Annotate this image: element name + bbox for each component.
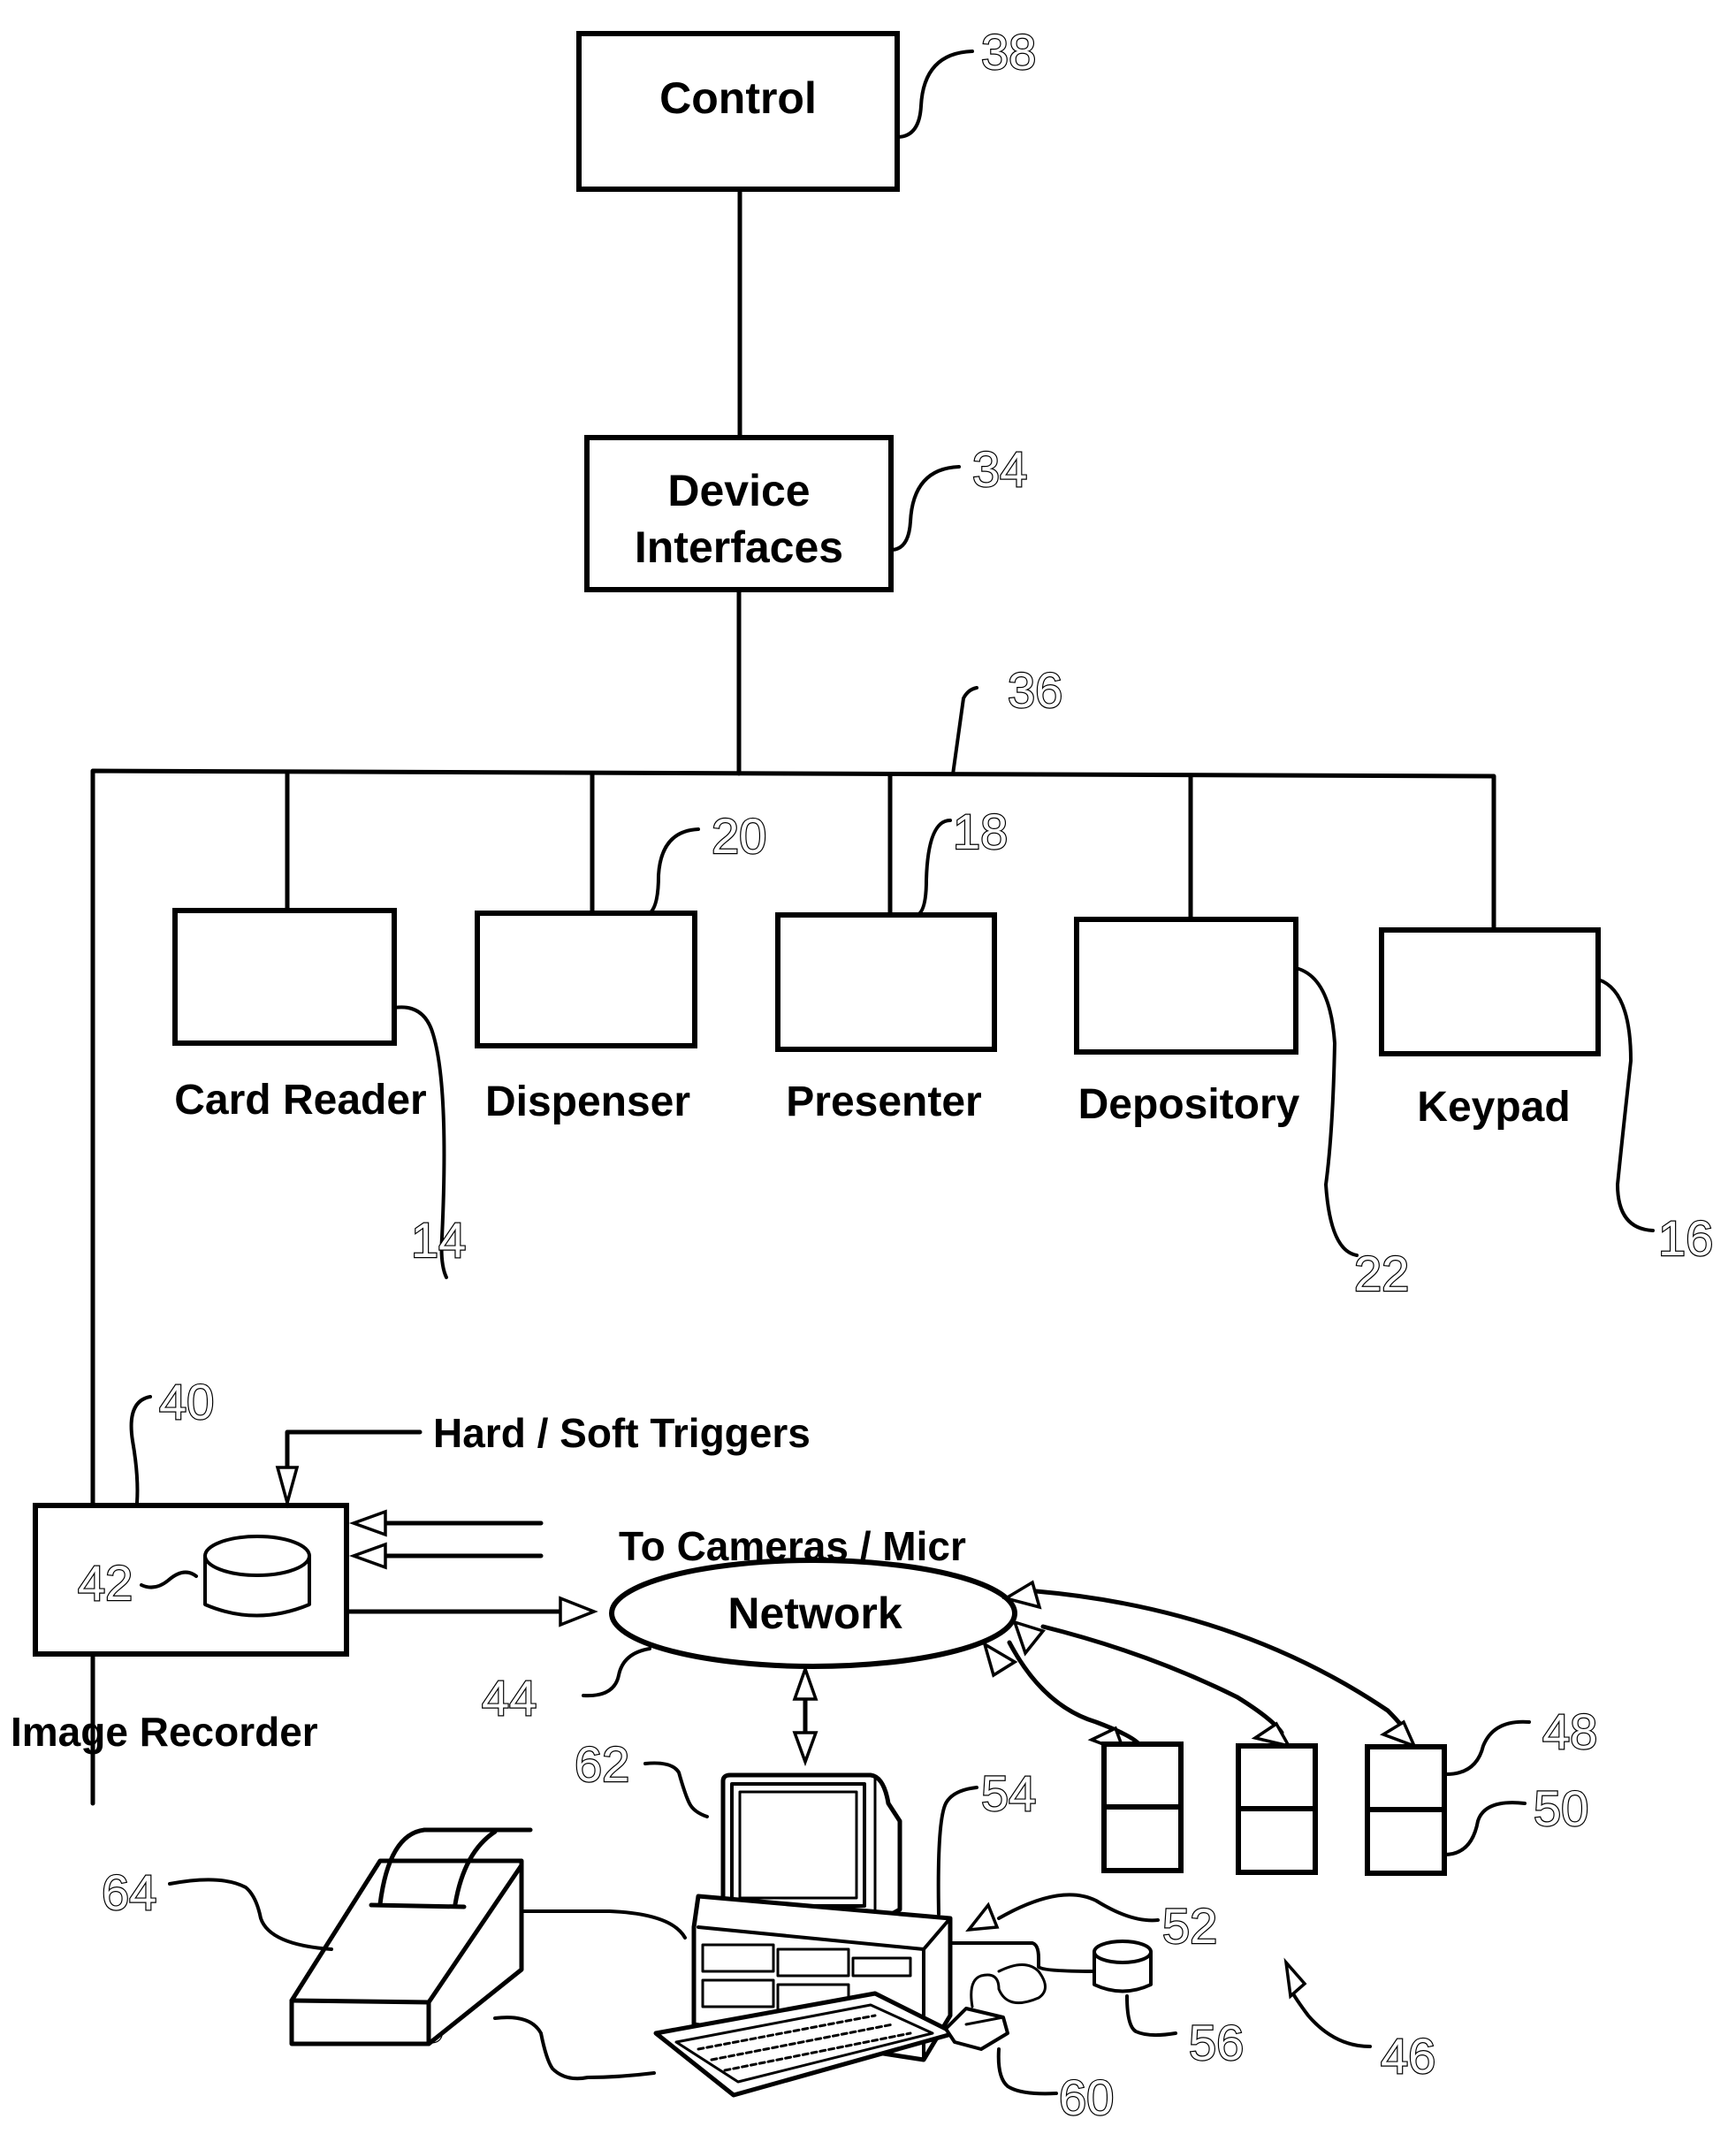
control-label: Control bbox=[659, 73, 817, 123]
external-storage-ref-leader bbox=[1125, 1994, 1177, 2038]
terminal-group-ref-leader bbox=[1289, 1987, 1372, 2048]
printer-front-top-edge bbox=[289, 1998, 431, 2005]
network-workstation-arrow-up-icon bbox=[792, 1664, 819, 1701]
device-presenter: Presenter 18 bbox=[775, 803, 1009, 1125]
card-reader-box bbox=[172, 908, 397, 1046]
triggers-arrowhead-icon bbox=[275, 1466, 300, 1509]
external-storage-ref: 56 bbox=[1189, 2015, 1244, 2070]
device-interfaces-label-line1: Device bbox=[667, 466, 810, 515]
network-ref: 44 bbox=[482, 1670, 537, 1726]
presenter-box bbox=[775, 912, 997, 1052]
image-recorder-ref: 40 bbox=[159, 1374, 214, 1429]
device-interfaces-ref: 34 bbox=[972, 441, 1027, 497]
camera-input-arrowhead-1-icon bbox=[348, 1509, 387, 1537]
mouse-body bbox=[944, 2007, 1009, 2051]
keypad-label: Keypad bbox=[1417, 1084, 1570, 1131]
terminal-upper-ref-leader bbox=[1443, 1719, 1531, 1777]
device-depository: Depository 22 bbox=[1074, 917, 1410, 1302]
network-ref-leader bbox=[582, 1647, 651, 1698]
card-reader-ref: 14 bbox=[411, 1212, 466, 1268]
dispenser-ref: 20 bbox=[712, 808, 766, 864]
atm-system-diagram: Control 38 Device Interfaces 34 36 Card … bbox=[11, 23, 1714, 2126]
terminal-2 bbox=[1236, 1743, 1318, 1875]
external-storage-top bbox=[1093, 1940, 1153, 1964]
terminal-lower-ref-leader bbox=[1443, 1801, 1527, 1856]
printer-paper-slot bbox=[369, 1902, 467, 1909]
dispenser-box bbox=[475, 911, 697, 1048]
device-dispenser: Dispenser 20 bbox=[475, 807, 767, 1125]
terminal-group-ref: 46 bbox=[1381, 2028, 1435, 2084]
device-interfaces-label-line2: Interfaces bbox=[635, 522, 843, 572]
keypad-ref: 16 bbox=[1658, 1210, 1713, 1266]
computer-ref: 54 bbox=[981, 1765, 1036, 1821]
mouse-cable bbox=[970, 1963, 1047, 2008]
keypad-box bbox=[1379, 927, 1601, 1056]
image-recorder-label: Image Recorder bbox=[11, 1709, 318, 1755]
printer-ref: 64 bbox=[102, 1864, 156, 1920]
triggers-line bbox=[285, 1429, 423, 1488]
terminal-group-arrowhead-icon bbox=[1283, 1957, 1307, 2000]
control-ref-leader bbox=[895, 50, 974, 139]
triggers-input: Hard / Soft Triggers bbox=[275, 1410, 811, 1509]
computer-ref-leader bbox=[936, 1786, 978, 1916]
workstation-ref-leader bbox=[997, 1893, 1160, 1923]
external-storage-icon bbox=[1093, 1940, 1153, 1993]
terminal-link-2-arrow-terminal-icon bbox=[1251, 1721, 1292, 1749]
mouse-ref: 60 bbox=[1059, 2069, 1114, 2125]
computer-to-storage-cable bbox=[948, 1941, 1096, 1973]
terminal-link-3-arrow-terminal-icon bbox=[1380, 1719, 1418, 1749]
device-keypad: Keypad 16 bbox=[1379, 927, 1714, 1267]
depository-ref-leader bbox=[1294, 966, 1359, 1257]
workstation-ref: 52 bbox=[1162, 1898, 1217, 1954]
terminal-1 bbox=[1101, 1741, 1184, 1873]
presenter-ref-leader bbox=[916, 819, 952, 917]
bus-ref: 36 bbox=[1008, 662, 1062, 718]
device-interfaces-ref-leader bbox=[889, 465, 961, 552]
dispenser-ref-leader bbox=[648, 827, 700, 915]
terminal-3 bbox=[1365, 1744, 1447, 1876]
image-recorder-ref-leader bbox=[129, 1395, 152, 1505]
printer-to-computer-cable bbox=[520, 1909, 687, 1940]
network-label: Network bbox=[727, 1589, 902, 1638]
depository-ref: 22 bbox=[1354, 1246, 1409, 1301]
terminal-link-2-arrow-network-icon bbox=[1012, 1620, 1046, 1657]
workstation-arrowhead-icon bbox=[965, 1902, 1000, 1932]
camera-input-arrowhead-2-icon bbox=[348, 1542, 387, 1570]
triggers-label: Hard / Soft Triggers bbox=[433, 1410, 811, 1456]
monitor-ref: 62 bbox=[575, 1736, 629, 1792]
keypad-ref-leader bbox=[1596, 978, 1655, 1232]
depository-label: Depository bbox=[1078, 1081, 1300, 1128]
storage-ref: 42 bbox=[78, 1555, 133, 1611]
mouse-icon bbox=[944, 2007, 1009, 2051]
terminal-link-1 bbox=[1007, 1640, 1143, 1749]
cylinder-top bbox=[203, 1535, 311, 1577]
network: Network 44 bbox=[481, 1558, 1017, 1726]
recorder-to-network-arrowhead-icon bbox=[559, 1596, 598, 1627]
device-card-reader: Card Reader 14 bbox=[172, 908, 467, 1279]
bus-ref-leader bbox=[951, 686, 978, 776]
presenter-ref: 18 bbox=[953, 804, 1008, 859]
workstation: 62 54 52 56 60 64 bbox=[101, 1735, 1245, 2126]
network-terminal-links bbox=[982, 1580, 1418, 1755]
depository-box bbox=[1074, 917, 1298, 1055]
card-reader-label: Card Reader bbox=[174, 1077, 426, 1124]
keyboard-ref-leader bbox=[493, 2016, 656, 2081]
terminal-upper-ref: 48 bbox=[1542, 1703, 1597, 1759]
control-ref: 38 bbox=[981, 24, 1036, 80]
monitor-ref-leader bbox=[643, 1761, 709, 1818]
terminal-link-3 bbox=[1033, 1589, 1412, 1740]
terminal-group: 48 50 46 bbox=[1101, 1703, 1598, 2084]
printer-outline bbox=[289, 1858, 524, 2046]
presenter-label: Presenter bbox=[786, 1078, 981, 1125]
control-block: Control 38 bbox=[576, 23, 1037, 192]
dispenser-label: Dispenser bbox=[485, 1078, 690, 1125]
device-interfaces-block: Device Interfaces 34 bbox=[584, 435, 1028, 592]
printer-icon bbox=[289, 1827, 533, 2046]
terminal-lower-ref: 50 bbox=[1534, 1780, 1588, 1836]
printer-ref-leader bbox=[168, 1878, 333, 1951]
mouse-ref-leader bbox=[996, 2047, 1058, 2096]
network-workstation-arrow-down-icon bbox=[792, 1731, 819, 1767]
terminal-link-1-arrow-network-icon bbox=[982, 1641, 1018, 1678]
